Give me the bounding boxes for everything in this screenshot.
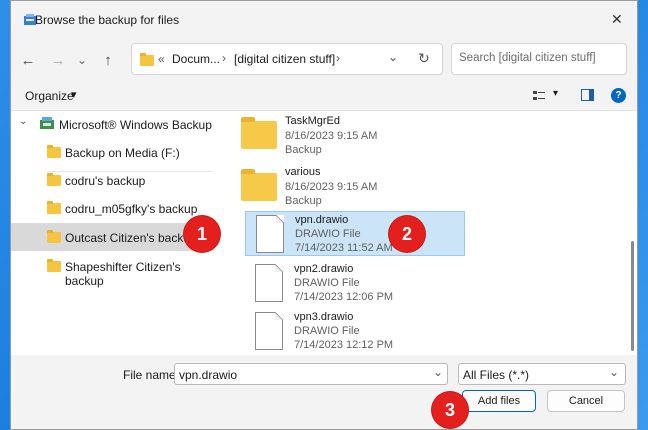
content-panes: ⌄ Microsoft® Windows Backup Backup on Me…	[11, 111, 637, 355]
annotation-badge-2: 2	[389, 216, 425, 252]
address-bar[interactable]: « Docum... › [digital citizen stuff] › ⌄…	[131, 43, 443, 75]
close-icon[interactable]: ✕	[611, 11, 623, 28]
file-type-dropdown-icon[interactable]: ⌄	[609, 365, 619, 379]
sidebar-item-codru-backup[interactable]: codru's backup	[11, 167, 214, 193]
file-icon	[255, 264, 283, 302]
file-name-field[interactable]: vpn.drawio ⌄	[174, 363, 448, 385]
breadcrumb-separator-icon[interactable]: ›	[222, 51, 226, 65]
sidebar-item-shapeshifter-citizen-backup[interactable]: Shapeshifter Citizen's backup	[11, 253, 214, 288]
file-dialog: Browse the backup for files ✕ ← → ⌄ ↑ « …	[10, 0, 638, 430]
sidebar-item-backup-on-media[interactable]: Backup on Media (F:)	[11, 139, 214, 165]
list-item[interactable]: TaskMgrEd 8/16/2023 9:15 AM Backup	[241, 111, 461, 161]
item-name: vpn3.drawio	[294, 311, 354, 323]
refresh-icon[interactable]: ↻	[418, 50, 430, 67]
file-list: TaskMgrEd 8/16/2023 9:15 AM Backup vario…	[221, 111, 637, 355]
list-item[interactable]: various 8/16/2023 9:15 AM Backup	[241, 163, 461, 213]
item-type: Backup	[285, 144, 322, 156]
item-name: TaskMgrEd	[285, 115, 341, 127]
item-name: vpn.drawio	[295, 214, 349, 226]
organize-caret-icon[interactable]: ▾	[71, 88, 77, 101]
view-caret-icon[interactable]: ▾	[553, 88, 558, 99]
breadcrumb-separator-icon[interactable]: ›	[336, 51, 340, 65]
file-name-dropdown-icon[interactable]: ⌄	[433, 365, 443, 379]
sidebar-root[interactable]: ⌄ Microsoft® Windows Backup	[11, 111, 214, 137]
sidebar-item-label: Shapeshifter Citizen's backup	[65, 260, 181, 288]
item-date: 7/14/2023 12:12 PM	[294, 339, 394, 351]
folder-icon	[47, 173, 61, 186]
folder-icon	[47, 201, 61, 214]
file-type-value: All Files (*.*)	[463, 368, 530, 382]
address-dropdown-icon[interactable]: ⌄	[388, 50, 398, 64]
preview-pane-icon[interactable]	[581, 89, 594, 101]
expand-chevron-icon[interactable]: ⌄	[19, 116, 27, 127]
file-name-label: File name:	[123, 368, 180, 382]
forward-arrow-icon[interactable]: →	[47, 49, 69, 71]
item-date: 8/16/2023 9:15 AM	[285, 130, 378, 142]
item-type: DRAWIO File	[294, 325, 360, 337]
search-box[interactable]: Search [digital citizen stuff]	[451, 43, 627, 75]
item-name: various	[285, 166, 321, 178]
window-title: Browse the backup for files	[35, 13, 180, 27]
breadcrumb-documents[interactable]: Docum...	[172, 52, 220, 66]
dialog-footer: File name: vpn.drawio ⌄ All Files (*.*) …	[11, 355, 637, 429]
scrollbar[interactable]	[631, 241, 634, 351]
folder-icon	[47, 230, 61, 243]
breadcrumb-digital-citizen-stuff[interactable]: [digital citizen stuff]	[234, 52, 335, 66]
view-options-icon[interactable]	[533, 90, 545, 102]
item-date: 7/14/2023 11:52 AM	[295, 242, 393, 254]
sidebar-root-label: Microsoft® Windows Backup	[59, 118, 212, 132]
item-date: 7/14/2023 12:06 PM	[294, 291, 394, 303]
list-item-selected[interactable]: vpn.drawio DRAWIO File 7/14/2023 11:52 A…	[245, 211, 465, 256]
help-icon[interactable]: ?	[611, 88, 626, 103]
recent-locations-chevron-icon[interactable]: ⌄	[71, 49, 93, 71]
back-arrow-icon[interactable]: ←	[17, 49, 39, 71]
annotation-badge-3: 3	[432, 392, 468, 428]
sidebar-item-label: Backup on Media (F:)	[65, 146, 180, 160]
search-input[interactable]: Search [digital citizen stuff]	[459, 52, 596, 64]
sidebar-item-label: codru_m05gfky's backup	[65, 202, 198, 216]
item-type: Backup	[285, 195, 322, 207]
folder-icon	[241, 169, 277, 201]
list-item[interactable]: vpn2.drawio DRAWIO File 7/14/2023 12:06 …	[245, 261, 465, 306]
folder-icon	[47, 145, 61, 158]
up-arrow-icon[interactable]: ↑	[97, 49, 119, 71]
overflow-chevron-icon[interactable]: «	[158, 52, 165, 66]
add-files-label: Add files	[477, 395, 521, 407]
cancel-label: Cancel	[568, 395, 604, 407]
organize-button[interactable]: Organize	[25, 89, 74, 103]
cancel-button[interactable]: Cancel	[547, 390, 625, 412]
title-bar: Browse the backup for files ✕	[11, 1, 637, 39]
add-files-button[interactable]: Add files	[462, 390, 536, 412]
navigation-bar: ← → ⌄ ↑ « Docum... › [digital citizen st…	[11, 39, 637, 81]
folder-icon	[47, 259, 61, 272]
annotation-badge-1: 1	[184, 216, 220, 252]
item-type: DRAWIO File	[294, 277, 360, 289]
windows-backup-icon	[39, 117, 55, 131]
sidebar-item-codru-m05gfky-backup[interactable]: codru_m05gfky's backup	[11, 195, 214, 221]
file-icon	[256, 215, 284, 253]
file-icon	[255, 312, 283, 350]
sidebar-item-label: Outcast Citizen's backup	[65, 231, 197, 245]
file-name-input[interactable]: vpn.drawio	[179, 368, 237, 382]
folder-icon	[140, 53, 154, 66]
item-name: vpn2.drawio	[294, 263, 354, 275]
file-type-select[interactable]: All Files (*.*) ⌄	[458, 363, 626, 385]
sidebar-item-label: codru's backup	[65, 174, 146, 188]
list-item[interactable]: vpn3.drawio DRAWIO File 7/14/2023 12:12 …	[245, 309, 465, 354]
item-date: 8/16/2023 9:15 AM	[285, 181, 378, 193]
command-bar: Organize ▾ ▾ ?	[11, 81, 637, 111]
folder-icon	[241, 117, 277, 149]
item-type: DRAWIO File	[295, 228, 361, 240]
